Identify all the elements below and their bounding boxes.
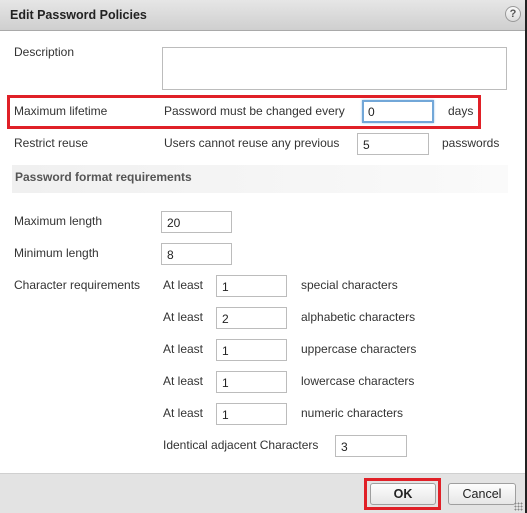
dialog-title: Edit Password Policies (10, 8, 147, 22)
char-row-suffix: uppercase characters (301, 342, 417, 356)
dialog-footer (0, 473, 525, 513)
max-length-input[interactable] (161, 211, 232, 233)
char-row-prefix: At least (163, 406, 204, 420)
char-row-suffix: numeric characters (301, 406, 404, 420)
format-section-header: Password format requirements (12, 165, 508, 193)
lowercase-chars-input[interactable] (216, 371, 287, 393)
char-requirements-label: Character requirements (14, 278, 141, 292)
dialog-titlebar: Edit Password Policies ? (0, 0, 527, 31)
special-chars-input[interactable] (216, 275, 287, 297)
char-row-prefix: At least (163, 342, 204, 356)
restrict-reuse-suffix: passwords (442, 136, 500, 150)
max-lifetime-suffix: days (448, 104, 474, 118)
char-row-suffix: special characters (301, 278, 398, 292)
max-lifetime-input[interactable] (362, 100, 434, 123)
format-section-title: Password format requirements (15, 170, 192, 184)
alphabetic-chars-input[interactable] (216, 307, 287, 329)
char-row-prefix: At least (163, 310, 204, 324)
max-lifetime-prefix: Password must be changed every (164, 104, 345, 118)
char-row-suffix: alphabetic characters (301, 310, 416, 324)
cancel-button[interactable]: Cancel (448, 483, 516, 505)
max-length-label: Maximum length (14, 214, 103, 228)
restrict-reuse-prefix: Users cannot reuse any previous (164, 136, 340, 150)
restrict-reuse-input[interactable] (357, 133, 429, 155)
help-icon[interactable]: ? (505, 6, 521, 22)
ok-button[interactable]: OK (370, 483, 436, 505)
min-length-label: Minimum length (14, 246, 99, 260)
uppercase-chars-input[interactable] (216, 339, 287, 361)
identical-adjacent-label: Identical adjacent Characters (163, 438, 319, 452)
resize-grip-icon[interactable] (514, 502, 523, 511)
description-field[interactable] (162, 47, 507, 90)
char-row-prefix: At least (163, 374, 204, 388)
char-row-prefix: At least (163, 278, 204, 292)
max-lifetime-label: Maximum lifetime (14, 104, 108, 118)
restrict-reuse-label: Restrict reuse (14, 136, 89, 150)
char-row-suffix: lowercase characters (301, 374, 415, 388)
description-label: Description (14, 45, 75, 59)
identical-adjacent-input[interactable] (335, 435, 407, 457)
numeric-chars-input[interactable] (216, 403, 287, 425)
min-length-input[interactable] (161, 243, 232, 265)
